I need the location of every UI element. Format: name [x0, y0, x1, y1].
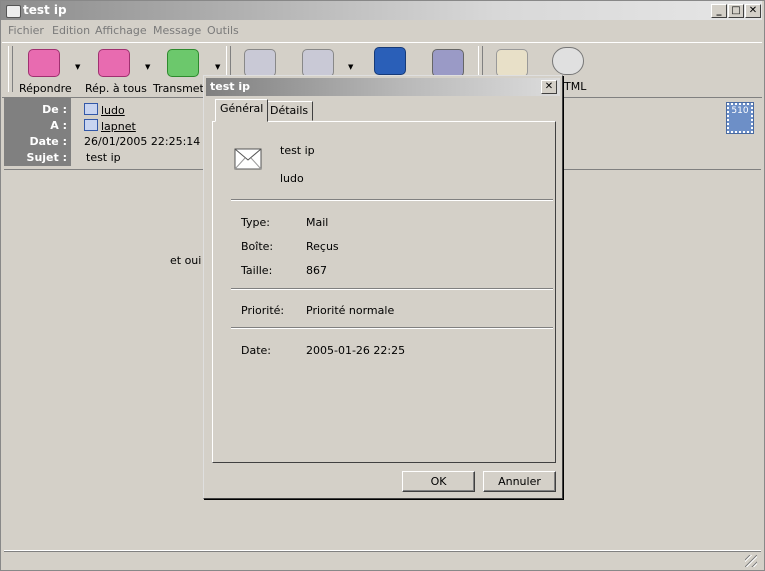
move-message-icon[interactable]: [302, 49, 334, 77]
type-value: Mail: [306, 216, 329, 229]
addressbook-icon[interactable]: [496, 49, 528, 77]
flag-message-icon[interactable]: [244, 49, 276, 77]
menu-message[interactable]: Message: [153, 24, 201, 37]
from-link[interactable]: ludo: [101, 104, 125, 117]
delete-message-icon[interactable]: [432, 49, 464, 77]
reply-icon: [28, 49, 60, 77]
menu-outils[interactable]: Outils: [207, 24, 239, 37]
menu-fichier[interactable]: Fichier: [8, 24, 44, 37]
size-value: 867: [306, 264, 327, 277]
resize-grip[interactable]: [745, 555, 757, 567]
message-subject: test ip: [280, 144, 315, 157]
separator: [231, 199, 553, 201]
reply-label: Répondre: [19, 82, 72, 95]
stamp-number: 510: [731, 106, 749, 116]
dialog-title-bar[interactable]: test ip ✕: [206, 78, 560, 96]
box-label: Boîte:: [241, 240, 274, 253]
forward-dropdown-icon[interactable]: ▼: [215, 63, 220, 71]
to-link[interactable]: lapnet: [101, 120, 136, 133]
menu-bar: Fichier Edition Affichage Message Outils: [2, 21, 762, 41]
dialog-close-button[interactable]: ✕: [541, 80, 557, 94]
date-value: 2005-01-26 22:25: [306, 344, 406, 357]
menu-edition[interactable]: Edition: [52, 24, 90, 37]
toolbar-grip[interactable]: [8, 46, 13, 92]
reply-all-label: Rép. à tous: [85, 82, 147, 95]
mail-app-icon: [6, 5, 21, 18]
reply-dropdown-icon[interactable]: ▼: [75, 63, 80, 71]
message-sender: ludo: [280, 172, 304, 185]
dialog-title: test ip: [210, 80, 250, 93]
forward-icon: [167, 49, 199, 77]
box-value: Reçus: [306, 240, 339, 253]
to-label: A :: [50, 119, 67, 132]
separator: [231, 327, 553, 329]
type-label: Type:: [241, 216, 270, 229]
ok-button[interactable]: OK: [402, 471, 475, 492]
forward-label: Transmett: [153, 82, 209, 95]
separator: [231, 288, 553, 290]
title-bar[interactable]: test ip _ □ ✕: [1, 1, 762, 20]
print-icon[interactable]: [374, 47, 406, 75]
priority-value: Priorité normale: [306, 304, 395, 317]
menu-affichage[interactable]: Affichage: [95, 24, 147, 37]
move-dropdown-icon[interactable]: ▼: [348, 63, 353, 71]
tab-general[interactable]: Général: [215, 99, 269, 122]
contact-card-icon: [84, 119, 98, 131]
html-view-label: TML: [564, 80, 587, 93]
maximize-button[interactable]: □: [728, 4, 744, 18]
cancel-button[interactable]: Annuler: [483, 471, 556, 492]
html-view-icon[interactable]: [552, 47, 584, 75]
window-title: test ip: [23, 3, 67, 17]
priority-label: Priorité:: [241, 304, 285, 317]
subject-label: Sujet :: [26, 151, 67, 164]
tab-panel-general: test ip ludo Type: Mail Boîte: Reçus Tai…: [212, 121, 556, 463]
from-label: De :: [42, 103, 67, 116]
status-bar: [4, 551, 761, 570]
to-value[interactable]: lapnet: [84, 119, 136, 133]
reply-all-dropdown-icon[interactable]: ▼: [145, 63, 150, 71]
properties-dialog: test ip ✕ Général Détails test ip ludo T…: [203, 75, 563, 499]
date-label: Date:: [241, 344, 271, 357]
envelope-icon: [234, 148, 262, 173]
from-value[interactable]: ludo: [84, 103, 125, 117]
date-value: 26/01/2005 22:25:14: [84, 135, 201, 148]
close-button[interactable]: ✕: [745, 4, 761, 18]
minimize-button[interactable]: _: [711, 4, 727, 18]
tab-details[interactable]: Détails: [265, 101, 314, 121]
reply-all-icon: [98, 49, 130, 77]
header-labels-column: De : A : Date : Sujet :: [4, 98, 71, 166]
date-label: Date :: [29, 135, 67, 148]
contact-card-icon: [84, 103, 98, 115]
size-label: Taille:: [241, 264, 273, 277]
subject-value: test ip: [86, 151, 121, 164]
stamp-icon: 510: [726, 102, 754, 134]
